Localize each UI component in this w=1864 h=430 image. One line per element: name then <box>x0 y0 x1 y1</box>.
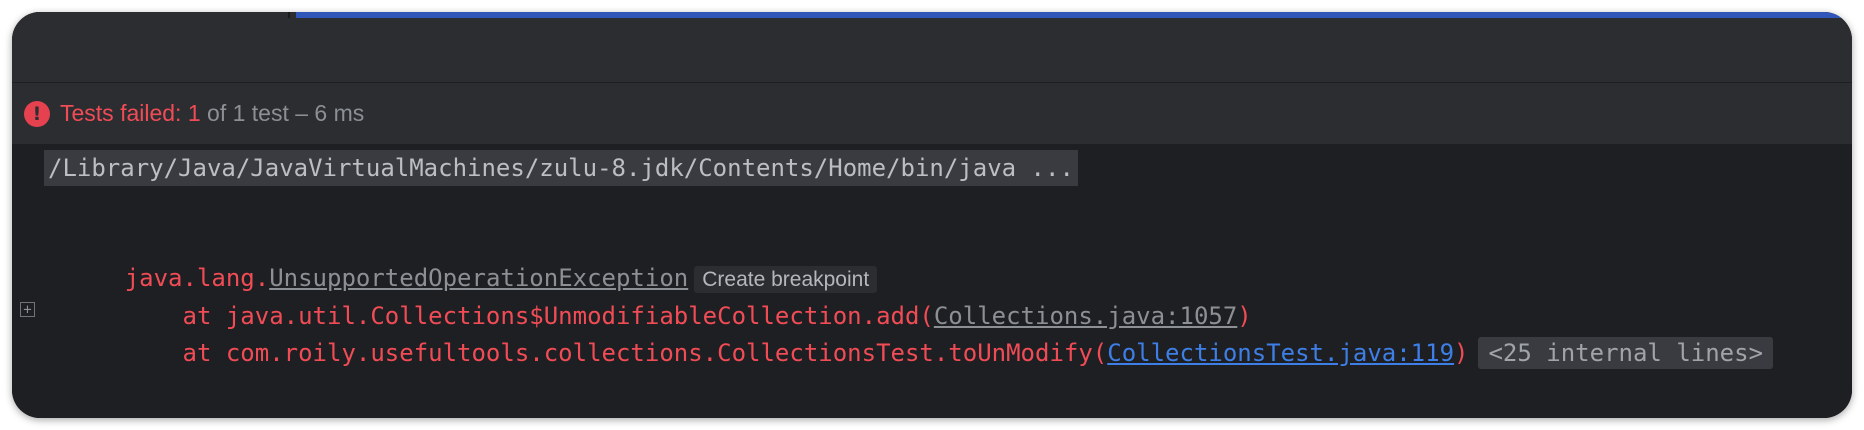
expand-plus-icon[interactable]: + <box>20 302 35 317</box>
stack-frame: at java.util.Collections$UnmodifiableCol… <box>38 262 1252 330</box>
internal-lines-fold[interactable]: <25 internal lines> <box>1478 337 1774 369</box>
test-run-window: ! Tests failed: 1 of 1 test – 6 ms /Libr… <box>12 12 1852 418</box>
console-output[interactable]: /Library/Java/JavaVirtualMachines/zulu-8… <box>12 144 1852 418</box>
stack-frame-text: at com.roily.usefultools.collections.Col… <box>124 339 1108 367</box>
test-status-bar: ! Tests failed: 1 of 1 test – 6 ms <box>12 83 1852 144</box>
source-link[interactable]: CollectionsTest.java:119 <box>1107 339 1454 367</box>
tests-summary-label: of 1 test – 6 ms <box>200 100 365 126</box>
stack-frame: at com.roily.usefultools.collections.Col… <box>38 299 1774 369</box>
exception-line: java.lang.UnsupportedOperationException C… <box>38 224 878 293</box>
tests-failed-label: Tests failed: 1 <box>60 100 201 126</box>
error-circle-icon: ! <box>24 100 50 127</box>
toolbar <box>12 18 1852 83</box>
stack-frame-suffix: ) <box>1454 339 1469 367</box>
command-line[interactable]: /Library/Java/JavaVirtualMachines/zulu-8… <box>44 150 1078 186</box>
